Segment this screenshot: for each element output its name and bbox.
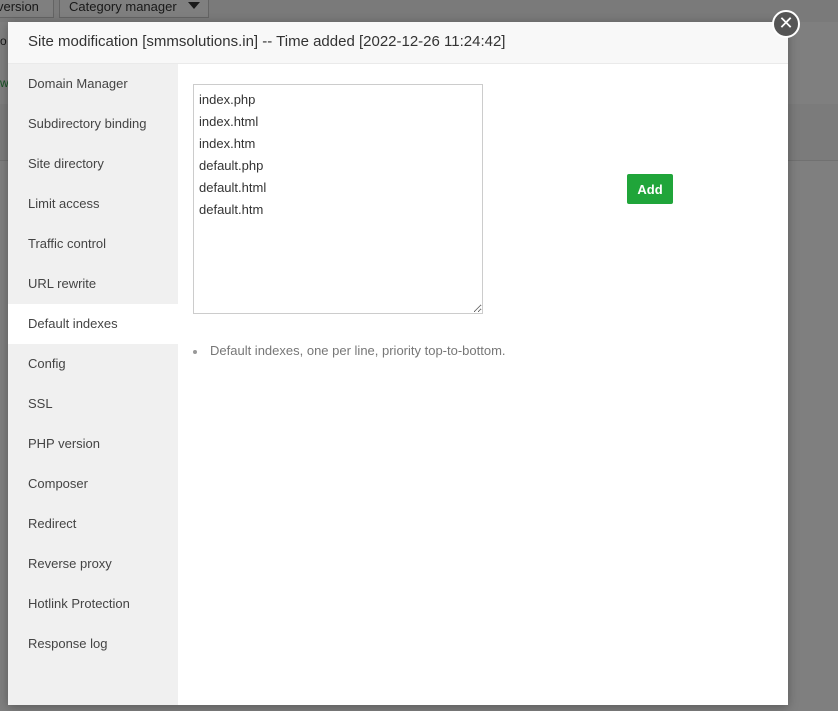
help-list: Default indexes, one per line, priority … xyxy=(193,343,506,358)
sidebar-item-hotlink-protection[interactable]: Hotlink Protection xyxy=(8,584,178,624)
sidebar-item-site-directory[interactable]: Site directory xyxy=(8,144,178,184)
dialog-header: Site modification [smmsolutions.in] -- T… xyxy=(8,22,788,64)
sidebar-item-reverse-proxy[interactable]: Reverse proxy xyxy=(8,544,178,584)
sidebar-item-url-rewrite[interactable]: URL rewrite xyxy=(8,264,178,304)
close-icon[interactable]: ✕ xyxy=(772,10,800,38)
sidebar-item-default-indexes[interactable]: Default indexes xyxy=(8,304,178,344)
sidebar-item-response-log[interactable]: Response log xyxy=(8,624,178,664)
sidebar-item-php-version[interactable]: PHP version xyxy=(8,424,178,464)
sidebar-item-subdirectory-binding[interactable]: Subdirectory binding xyxy=(8,104,178,144)
help-text: Default indexes, one per line, priority … xyxy=(210,343,506,358)
dialog-title: Site modification [smmsolutions.in] -- T… xyxy=(28,33,506,50)
sidebar-item-limit-access[interactable]: Limit access xyxy=(8,184,178,224)
site-modification-dialog: Site modification [smmsolutions.in] -- T… xyxy=(8,22,788,705)
settings-sidebar: Domain Manager Subdirectory binding Site d… xyxy=(8,64,178,705)
sidebar-item-config[interactable]: Config xyxy=(8,344,178,384)
sidebar-item-ssl[interactable]: SSL xyxy=(8,384,178,424)
help-item: Default indexes, one per line, priority … xyxy=(193,343,506,358)
add-button[interactable]: Add xyxy=(627,174,673,204)
default-indexes-textarea[interactable] xyxy=(193,84,483,314)
sidebar-item-domain-manager[interactable]: Domain Manager xyxy=(8,64,178,104)
sidebar-item-traffic-control[interactable]: Traffic control xyxy=(8,224,178,264)
sidebar-item-redirect[interactable]: Redirect xyxy=(8,504,178,544)
default-indexes-panel: Add Default indexes, one per line, prior… xyxy=(178,64,788,705)
sidebar-item-composer[interactable]: Composer xyxy=(8,464,178,504)
bullet-icon xyxy=(193,350,197,354)
